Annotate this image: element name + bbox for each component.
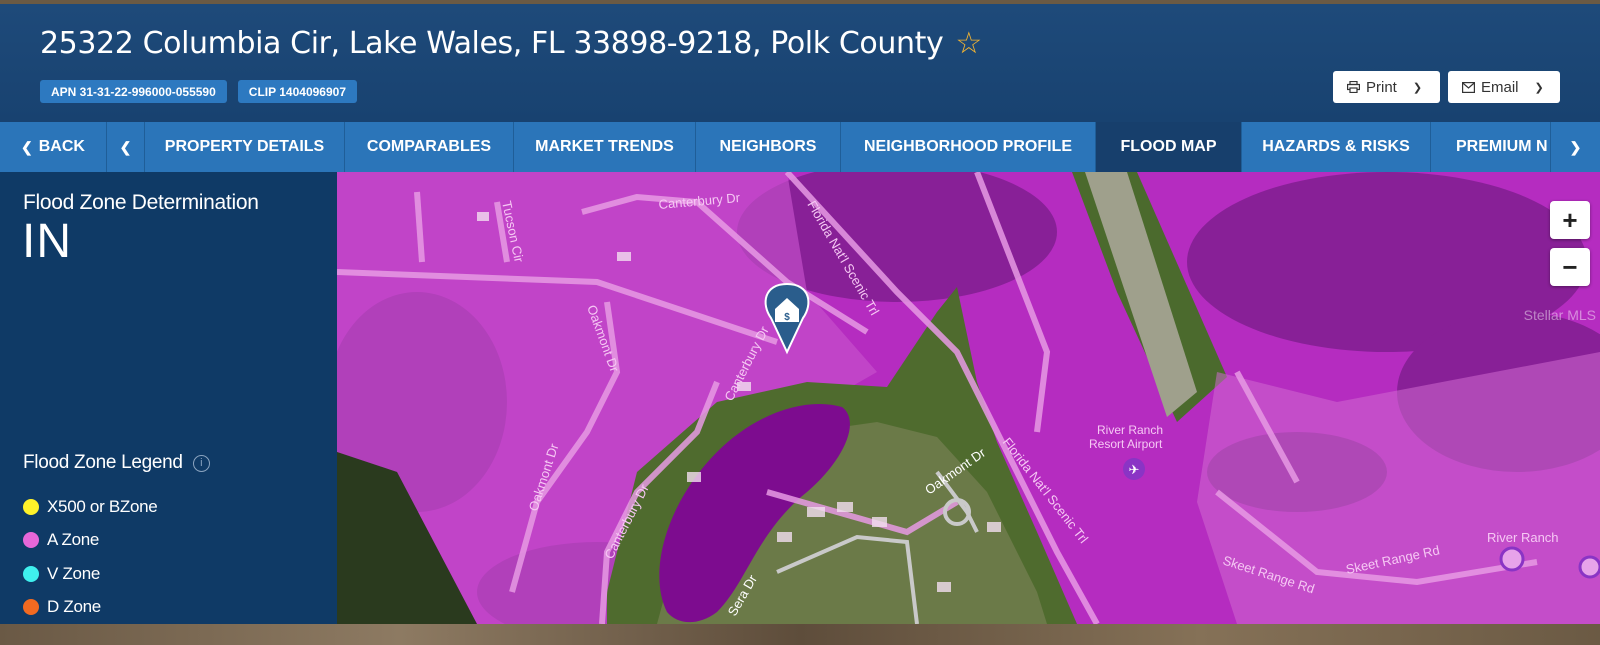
badges: APN 31-31-22-996000-055590 CLIP 14040969… bbox=[40, 80, 357, 103]
legend-dot-x500 bbox=[23, 498, 39, 515]
legend-item: D Zone bbox=[23, 591, 157, 625]
legend-dot-d-zone bbox=[23, 599, 39, 616]
legend-item: X500 or BZone bbox=[23, 490, 158, 524]
tab-bar: ❮ BACK ❮ PROPERTY DETAILS COMPARABLES MA… bbox=[0, 122, 1600, 172]
svg-text:✈: ✈ bbox=[1129, 463, 1140, 478]
flood-zone-determination-title: Flood Zone Determination bbox=[23, 191, 259, 214]
legend-label: V Zone bbox=[47, 563, 101, 583]
apn-badge: APN 31-31-22-996000-055590 bbox=[40, 80, 227, 103]
tab-premium[interactable]: PREMIUM N bbox=[1431, 122, 1551, 172]
printer-icon bbox=[1347, 81, 1360, 93]
legend-label: X500 or BZone bbox=[47, 496, 158, 516]
back-button[interactable]: ❮ BACK bbox=[0, 122, 107, 172]
tab-flood-map[interactable]: FLOOD MAP bbox=[1096, 122, 1242, 172]
zoom-out-button[interactable]: − bbox=[1550, 248, 1590, 286]
zoom-in-button[interactable]: + bbox=[1550, 201, 1590, 239]
address-title: 25322 Columbia Cir, Lake Wales, FL 33898… bbox=[40, 26, 982, 61]
flood-zone-value: IN bbox=[22, 215, 72, 268]
tab-neighborhood-profile[interactable]: NEIGHBORHOOD PROFILE bbox=[841, 122, 1096, 172]
background-strip bbox=[0, 624, 1600, 645]
legend-label: A Zone bbox=[47, 530, 100, 550]
print-button[interactable]: Print ❯ bbox=[1333, 71, 1440, 103]
place-pin-icon bbox=[1499, 546, 1525, 572]
chevron-left-icon: ❮ bbox=[119, 138, 132, 155]
info-icon[interactable]: i bbox=[192, 454, 210, 472]
legend-title-text: Flood Zone Legend bbox=[23, 452, 183, 473]
map-watermark: Stellar MLS bbox=[1523, 307, 1596, 323]
chevron-left-icon: ❮ bbox=[21, 138, 33, 155]
map-label-river-ranch: River Ranch bbox=[1487, 530, 1559, 545]
tab-comparables[interactable]: COMPARABLES bbox=[345, 122, 514, 172]
chevron-right-icon: ❯ bbox=[1569, 138, 1582, 155]
place-pin-icon bbox=[1578, 555, 1600, 579]
star-icon[interactable]: ☆ bbox=[955, 26, 982, 61]
clip-badge: CLIP 1404096907 bbox=[237, 80, 357, 103]
address-text: 25322 Columbia Cir, Lake Wales, FL 33898… bbox=[40, 26, 944, 61]
chevron-down-icon: ❯ bbox=[1534, 81, 1544, 94]
legend-dot-v-zone bbox=[23, 565, 39, 582]
legend-dot-a-zone bbox=[23, 532, 39, 549]
map-canvas: ✈ Canterbury Dr Canterbury Dr Canterbury… bbox=[337, 172, 1600, 624]
flood-zone-legend-title: Flood Zone Legend i bbox=[23, 452, 210, 474]
legend-label: D Zone bbox=[47, 597, 101, 617]
legend-list: X500 or BZone A Zone V Zone D Zone bbox=[23, 490, 158, 625]
map-label-airport: River Ranch Resort Airport bbox=[1089, 423, 1163, 451]
flood-map[interactable]: ✈ Canterbury Dr Canterbury Dr Canterbury… bbox=[337, 172, 1600, 624]
email-label: Email bbox=[1481, 78, 1519, 96]
back-label: BACK bbox=[38, 138, 85, 155]
tab-scroll-left[interactable]: ❮ bbox=[107, 122, 145, 172]
tab-hazards-risks[interactable]: HAZARDS & RISKS bbox=[1242, 122, 1431, 172]
tab-market-trends[interactable]: MARKET TRENDS bbox=[514, 122, 696, 172]
email-button[interactable]: Email ❯ bbox=[1448, 71, 1560, 103]
chevron-down-icon: ❯ bbox=[1412, 81, 1423, 94]
flood-sidebar: Flood Zone Determination IN Flood Zone L… bbox=[0, 172, 337, 645]
tab-neighbors[interactable]: NEIGHBORS bbox=[696, 122, 841, 172]
print-label: Print bbox=[1366, 78, 1397, 96]
svg-text:$: $ bbox=[784, 312, 790, 323]
legend-item: V Zone bbox=[23, 557, 157, 591]
property-header: 25322 Columbia Cir, Lake Wales, FL 33898… bbox=[0, 4, 1600, 122]
legend-item: A Zone bbox=[23, 524, 157, 558]
envelope-icon bbox=[1462, 81, 1475, 93]
tab-scroll-right[interactable]: ❯ bbox=[1551, 122, 1600, 172]
tab-property-details[interactable]: PROPERTY DETAILS bbox=[145, 122, 345, 172]
header-actions: Print ❯ Email ❯ bbox=[1333, 71, 1560, 103]
